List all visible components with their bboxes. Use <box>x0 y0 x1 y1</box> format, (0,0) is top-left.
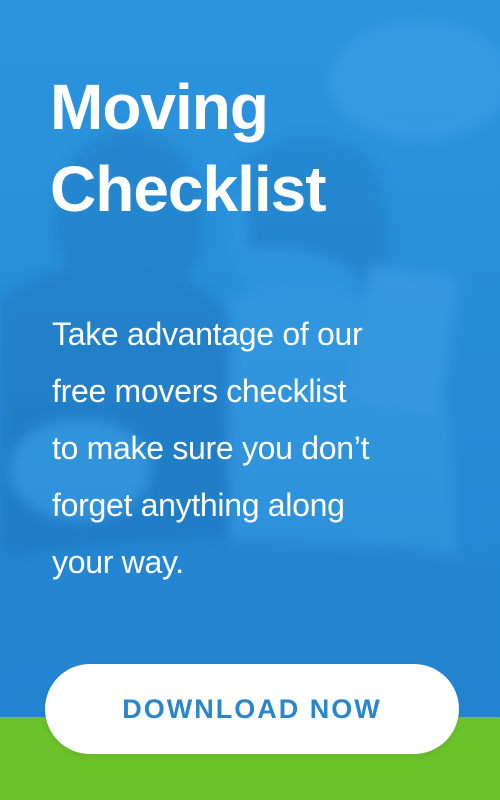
banner-title: Moving Checklist <box>50 66 470 230</box>
title-line: Checklist <box>50 153 327 225</box>
moving-checklist-banner: Moving Checklist Take advantage of our f… <box>0 0 500 800</box>
description-line: your way. <box>52 544 184 580</box>
description-line: Take advantage of our <box>52 316 363 352</box>
description-line: forget anything along <box>52 487 345 523</box>
download-now-button[interactable]: DOWNLOAD NOW <box>45 664 459 754</box>
description-line: to make sure you don’t <box>52 430 370 466</box>
description-line: free movers checklist <box>52 373 347 409</box>
title-line: Moving <box>50 71 269 143</box>
banner-description: Take advantage of our free movers checkl… <box>52 306 452 591</box>
